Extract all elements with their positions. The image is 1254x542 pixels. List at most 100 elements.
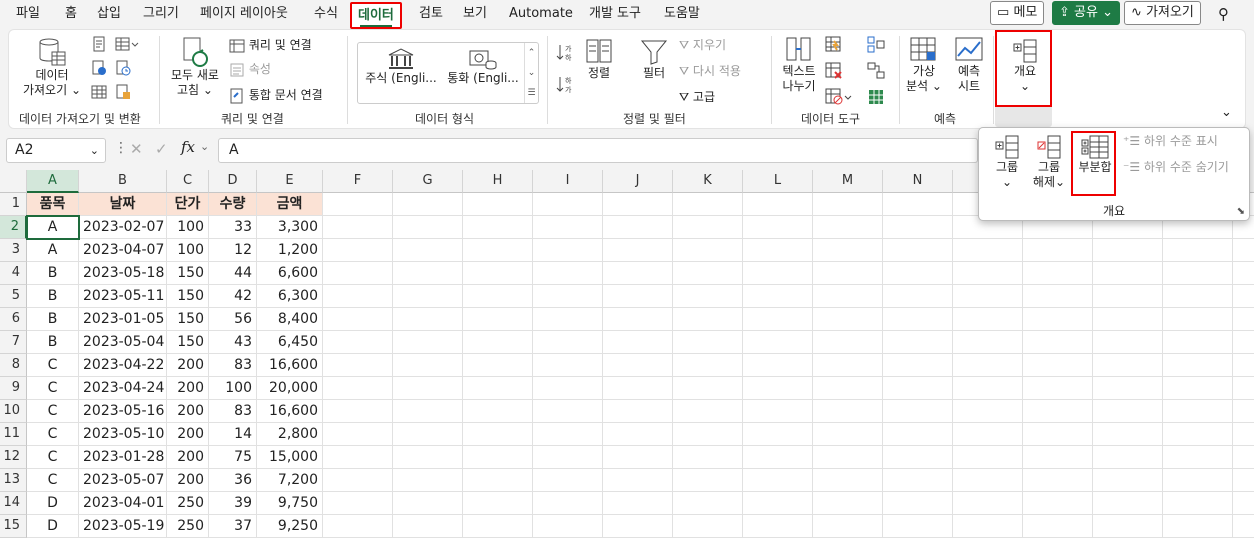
data-cell[interactable]: 8,400 [257,308,323,331]
data-cell[interactable] [393,423,463,446]
data-cell[interactable] [1163,262,1233,285]
data-cell[interactable] [1093,515,1163,538]
data-cell[interactable] [463,308,533,331]
data-cell[interactable]: 150 [167,285,209,308]
data-cell[interactable] [463,216,533,239]
data-cell[interactable] [883,262,953,285]
data-cell[interactable] [1233,262,1254,285]
row-header[interactable]: 4 [0,262,27,285]
tab-file[interactable]: 파일 [16,4,40,26]
data-cell[interactable] [1093,446,1163,469]
data-cell[interactable] [743,354,813,377]
data-cell[interactable]: 200 [167,377,209,400]
data-cell[interactable] [743,308,813,331]
data-cell[interactable] [1093,308,1163,331]
from-table-icon[interactable] [115,36,139,57]
consolidate-icon[interactable] [867,36,885,59]
data-cell[interactable] [323,377,393,400]
data-cell[interactable]: C [27,423,79,446]
column-header[interactable]: C [167,170,209,193]
column-header[interactable]: G [393,170,463,193]
data-cell[interactable]: 2023-05-18 [79,262,167,285]
data-cell[interactable] [883,354,953,377]
remove-duplicates-icon[interactable] [825,62,843,85]
data-cell[interactable] [743,262,813,285]
data-cell[interactable] [603,492,673,515]
data-cell[interactable] [603,262,673,285]
data-cell[interactable]: 37 [209,515,257,538]
text-to-columns-button[interactable]: 텍스트 나누기 [779,36,819,94]
data-cell[interactable]: B [27,308,79,331]
data-cell[interactable] [883,469,953,492]
data-cell[interactable] [533,492,603,515]
data-cell[interactable] [743,216,813,239]
data-cell[interactable] [1163,239,1233,262]
data-cell[interactable] [813,239,883,262]
data-cell[interactable] [1233,354,1254,377]
data-validation-icon[interactable] [825,88,853,111]
data-cell[interactable] [1163,446,1233,469]
data-cell[interactable] [673,331,743,354]
data-cell[interactable] [1023,285,1093,308]
data-cell[interactable]: 42 [209,285,257,308]
data-cell[interactable] [743,331,813,354]
data-cell[interactable]: 2023-05-07 [79,469,167,492]
data-cell[interactable] [953,377,1023,400]
column-header[interactable]: A [27,170,79,193]
data-cell[interactable] [1023,446,1093,469]
tab-automate[interactable]: Automate [509,4,573,26]
hide-detail-button[interactable]: ⁻☰ 하위 수준 숨기기 [1123,158,1229,176]
chevron-down-icon[interactable]: ⌄ [90,139,99,162]
data-cell[interactable]: 44 [209,262,257,285]
data-cell[interactable] [533,239,603,262]
data-cell[interactable] [393,216,463,239]
name-box[interactable]: A2 ⌄ [6,138,106,163]
data-cell[interactable] [883,423,953,446]
data-cell[interactable] [393,469,463,492]
refresh-all-button[interactable]: 모두 새로 고침 ⌄ [167,36,223,98]
group-button[interactable]: 그룹 ⌄ [991,134,1023,190]
header-cell[interactable]: 품목 [27,193,79,216]
data-cell[interactable] [1093,400,1163,423]
data-cell[interactable] [393,285,463,308]
data-cell[interactable] [1093,354,1163,377]
data-cell[interactable] [743,469,813,492]
data-cell[interactable] [743,285,813,308]
data-cell[interactable]: 200 [167,423,209,446]
data-cell[interactable] [813,423,883,446]
data-cell[interactable] [953,469,1023,492]
data-cell[interactable] [323,308,393,331]
data-cell[interactable] [603,446,673,469]
data-cell[interactable] [953,331,1023,354]
data-cell[interactable] [1023,492,1093,515]
data-cell[interactable]: 200 [167,400,209,423]
data-cell[interactable]: 200 [167,446,209,469]
currency-type-button[interactable]: 통화 (Engli... [444,47,522,86]
row-header[interactable]: 12 [0,446,27,469]
data-cell[interactable] [323,492,393,515]
relationships-icon[interactable] [867,62,885,85]
data-cell[interactable]: 2023-05-10 [79,423,167,446]
data-cell[interactable] [1093,377,1163,400]
tab-help[interactable]: 도움말 [664,4,700,26]
data-cell[interactable] [533,377,603,400]
data-cell[interactable] [323,331,393,354]
gallery-more-icon[interactable]: ☰ [525,83,538,103]
data-cell[interactable] [603,239,673,262]
data-cell[interactable] [1093,285,1163,308]
data-cell[interactable]: 83 [209,400,257,423]
data-cell[interactable] [673,377,743,400]
row-header[interactable]: 13 [0,469,27,492]
data-cell[interactable]: D [27,515,79,538]
ribbon-collapse-icon[interactable]: ⌄ [1221,104,1232,122]
header-cell[interactable]: 단가 [167,193,209,216]
data-cell[interactable]: 2023-02-07 [79,216,167,239]
data-cell[interactable] [1093,331,1163,354]
data-cell[interactable] [1163,492,1233,515]
data-cell[interactable] [673,446,743,469]
data-cell[interactable] [533,285,603,308]
header-cell[interactable]: 금액 [257,193,323,216]
data-cell[interactable] [463,354,533,377]
data-cell[interactable] [1023,331,1093,354]
data-cell[interactable]: B [27,262,79,285]
